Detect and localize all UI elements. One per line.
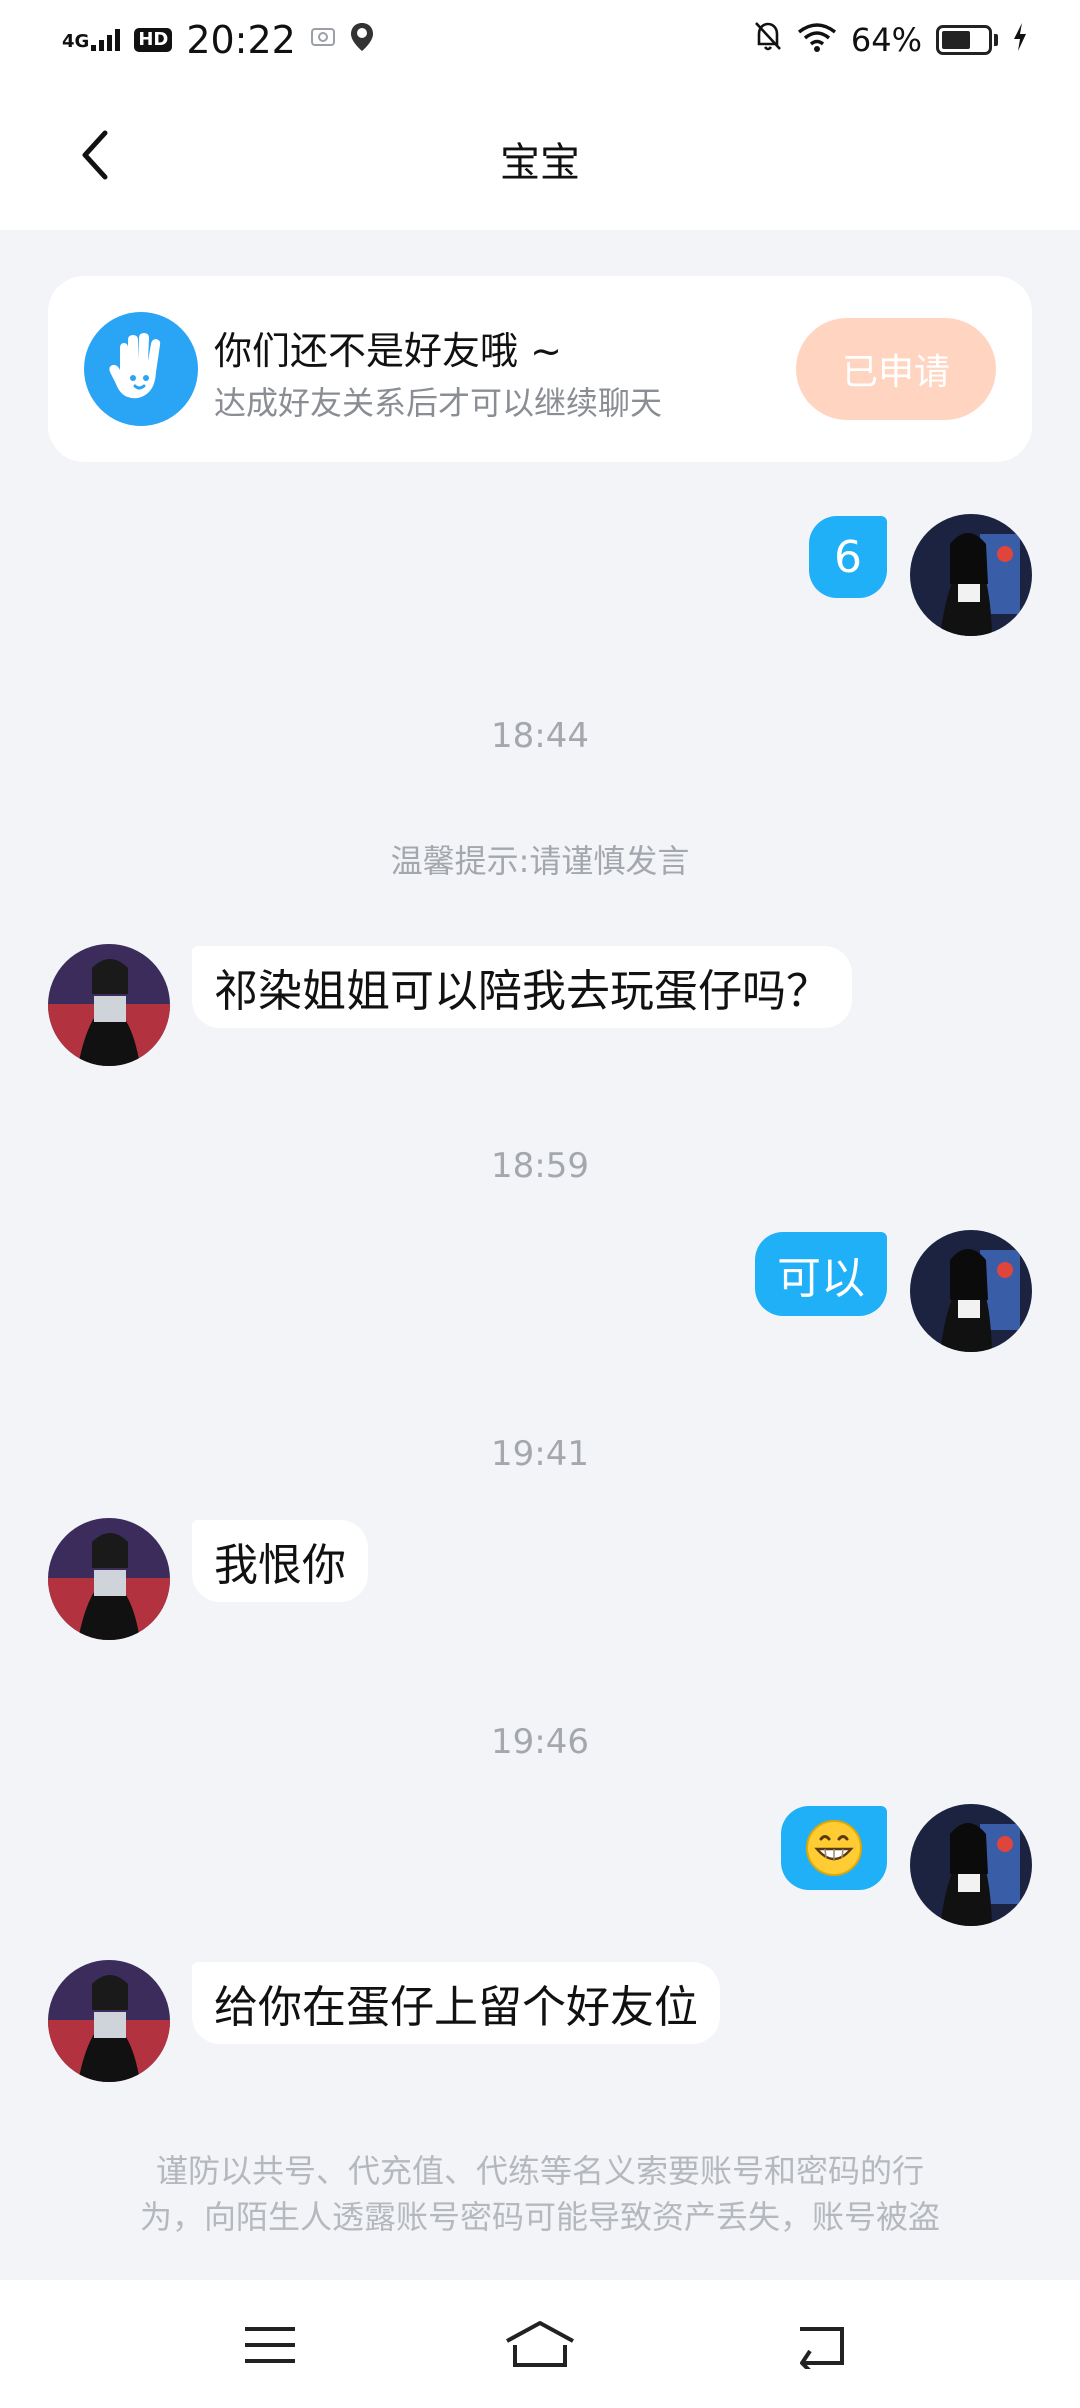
warning-line-1: 谨防以共号、代充值、代练等名义索要账号和密码的行	[155, 2152, 924, 2190]
wifi-icon	[797, 20, 837, 61]
status-right: 64%	[753, 20, 1028, 61]
timestamp: 19:46	[491, 1722, 589, 1762]
message-bubble-sent[interactable]: 😁	[781, 1806, 887, 1890]
system-tip: 温馨提示:请谨慎发言	[390, 842, 690, 880]
back-system-button[interactable]	[770, 2310, 870, 2380]
warning-line-2: 为，向陌生人透露账号密码可能导致资产丢失，账号被盗	[139, 2198, 940, 2236]
message-bubble-received[interactable]: 给你在蛋仔上留个好友位	[192, 1962, 720, 2044]
status-bar: 4G HD 20:22 64%	[0, 0, 1080, 80]
charging-icon	[1012, 20, 1028, 61]
friend-avatar[interactable]	[48, 944, 170, 1066]
message-text: 可以	[777, 1253, 865, 1304]
home-icon	[506, 2321, 574, 2367]
my-avatar[interactable]	[910, 1804, 1032, 1926]
message-text: 祁染姐姐可以陪我去玩蛋仔吗？	[214, 966, 830, 1017]
message-bubble-received[interactable]: 我恨你	[192, 1520, 368, 1602]
grinning-face-icon	[806, 1820, 862, 1876]
my-avatar[interactable]	[910, 514, 1032, 636]
friend-avatar[interactable]	[48, 1960, 170, 2082]
system-navigation-bar	[0, 2280, 1080, 2408]
friend-avatar[interactable]	[48, 1518, 170, 1640]
timestamp: 18:59	[491, 1146, 589, 1186]
status-left: 4G HD 20:22	[62, 18, 374, 62]
notice-title: 你们还不是好友哦 ~	[214, 329, 562, 373]
mute-bell-icon	[753, 20, 783, 61]
message-text: 我恨你	[214, 1540, 346, 1591]
network-type: 4G	[62, 31, 90, 52]
timestamp: 18:44	[491, 716, 589, 756]
cellular-signal-icon: 4G	[62, 29, 121, 52]
timestamp: 19:41	[491, 1434, 589, 1474]
message-text: 给你在蛋仔上留个好友位	[214, 1982, 698, 2033]
message-bubble-sent[interactable]: 可以	[755, 1232, 887, 1316]
hand-icon	[84, 312, 198, 426]
message-bubble-received[interactable]: 祁染姐姐可以陪我去玩蛋仔吗？	[192, 946, 852, 1028]
friend-notice-card: 你们还不是好友哦 ~ 达成好友关系后才可以继续聊天 已申请	[48, 276, 1032, 462]
my-avatar[interactable]	[910, 1230, 1032, 1352]
message-bubble-sent[interactable]: 6	[809, 516, 887, 598]
back-icon	[800, 2327, 844, 2369]
status-time: 20:22	[186, 18, 296, 62]
home-button[interactable]	[490, 2310, 590, 2380]
message-text: 6	[834, 531, 862, 583]
menu-icon	[245, 2327, 295, 2363]
menu-button[interactable]	[220, 2310, 320, 2380]
battery-icon	[936, 25, 998, 55]
header-bar: 宝宝	[0, 80, 1080, 230]
location-icon	[350, 22, 374, 59]
battery-percent: 64%	[850, 21, 922, 59]
applied-button[interactable]: 已申请	[796, 318, 996, 420]
chat-title: 宝宝	[500, 140, 580, 186]
security-warning: 谨防以共号、代充值、代练等名义索要账号和密码的行 为，向陌生人透露账号密码可能导…	[80, 2148, 1000, 2240]
screenshot-icon	[310, 24, 336, 57]
notice-subtitle: 达成好友关系后才可以继续聊天	[214, 384, 663, 422]
hd-badge: HD	[134, 28, 173, 52]
